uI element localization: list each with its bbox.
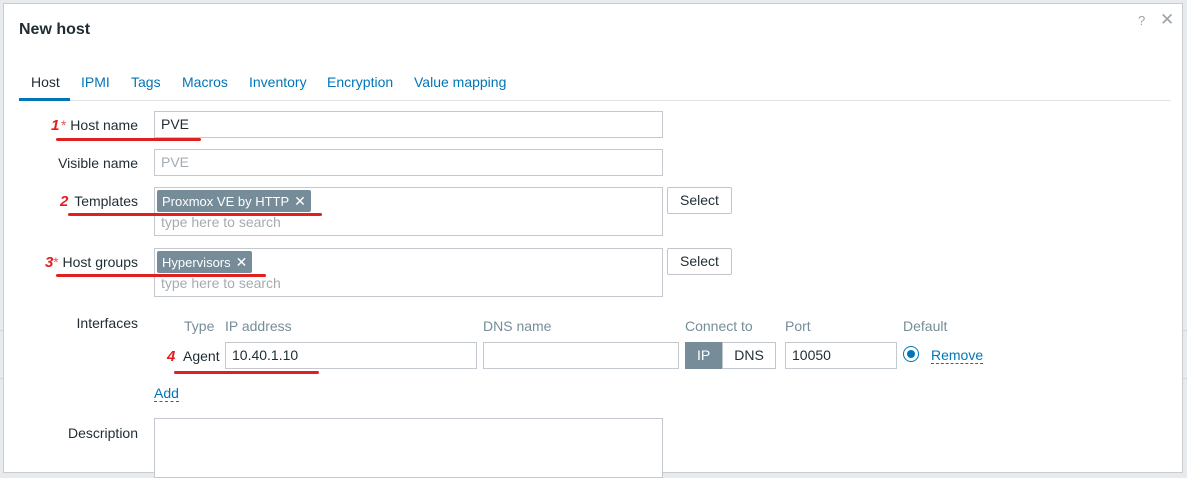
interface-port-header: Port	[785, 318, 811, 334]
templates-multiselect[interactable]: Proxmox VE by HTTP ✕ type here to search	[154, 187, 663, 236]
interface-ip-header: IP address	[225, 318, 292, 334]
interfaces-label: Interfaces	[76, 315, 138, 331]
required-marker: *	[60, 117, 67, 133]
connect-ip-button[interactable]: IP	[685, 342, 723, 369]
annotation-underline	[56, 138, 201, 141]
close-icon[interactable]: ✕	[1160, 10, 1174, 30]
tab-tags[interactable]: Tags	[131, 74, 161, 90]
templates-search-input[interactable]: type here to search	[161, 214, 281, 230]
description-label: Description	[67, 425, 138, 441]
remove-interface-link[interactable]: Remove	[931, 347, 984, 364]
annotation-marker-4: 4	[167, 348, 176, 365]
interface-type-header: Type	[184, 318, 215, 334]
host-groups-label: * Host groups	[53, 254, 138, 270]
help-icon[interactable]: ?	[1138, 13, 1145, 28]
interface-port-input[interactable]: 10050	[785, 342, 897, 369]
add-interface-link[interactable]: Add	[154, 385, 179, 402]
connect-to-toggle: IP DNS	[685, 342, 776, 369]
host-groups-search-input[interactable]: type here to search	[161, 275, 281, 291]
tab-encryption[interactable]: Encryption	[327, 74, 393, 90]
active-tab-indicator	[19, 98, 70, 101]
tab-bar: Host IPMI Tags Macros Inventory Encrypti…	[19, 74, 1171, 101]
interface-type-value: Agent	[183, 348, 220, 364]
interface-connect-header: Connect to	[685, 318, 753, 334]
annotation-marker-2: 2	[60, 193, 69, 210]
required-marker: *	[53, 254, 59, 270]
template-chip: Proxmox VE by HTTP ✕	[157, 190, 311, 212]
host-group-chip: Hypervisors ✕	[157, 251, 253, 273]
interface-dns-header: DNS name	[483, 318, 552, 334]
host-name-label: * Host name	[60, 117, 138, 133]
remove-chip-icon[interactable]: ✕	[294, 193, 306, 209]
description-textarea[interactable]	[154, 418, 663, 478]
annotation-underline	[68, 213, 322, 216]
templates-select-button[interactable]: Select	[667, 187, 732, 214]
host-groups-select-button[interactable]: Select	[667, 248, 732, 275]
host-name-input[interactable]: PVE	[154, 111, 663, 138]
visible-name-input[interactable]: PVE	[154, 149, 663, 176]
annotation-marker-3: 3	[45, 254, 54, 271]
annotation-underline	[56, 274, 266, 277]
tab-ipmi[interactable]: IPMI	[81, 74, 110, 90]
default-interface-radio[interactable]	[903, 346, 919, 362]
connect-dns-button[interactable]: DNS	[722, 342, 776, 369]
templates-label: Templates	[74, 193, 138, 209]
interface-default-header: Default	[903, 318, 948, 334]
interface-ip-input[interactable]: 10.40.1.10	[225, 342, 477, 369]
tab-inventory[interactable]: Inventory	[249, 74, 307, 90]
new-host-dialog: New host ? ✕ Host IPMI Tags Macros Inven…	[3, 3, 1183, 478]
host-groups-multiselect[interactable]: Hypervisors ✕ type here to search	[154, 248, 663, 297]
interface-dns-input[interactable]	[483, 342, 679, 369]
annotation-marker-1: 1	[51, 117, 60, 134]
remove-chip-icon[interactable]: ✕	[236, 254, 248, 270]
visible-name-label: Visible name	[58, 155, 138, 171]
tab-value-mapping[interactable]: Value mapping	[414, 74, 506, 90]
annotation-underline	[174, 371, 319, 374]
tab-host[interactable]: Host	[31, 74, 60, 90]
dialog-title: New host	[19, 21, 91, 38]
tab-macros[interactable]: Macros	[182, 74, 228, 90]
